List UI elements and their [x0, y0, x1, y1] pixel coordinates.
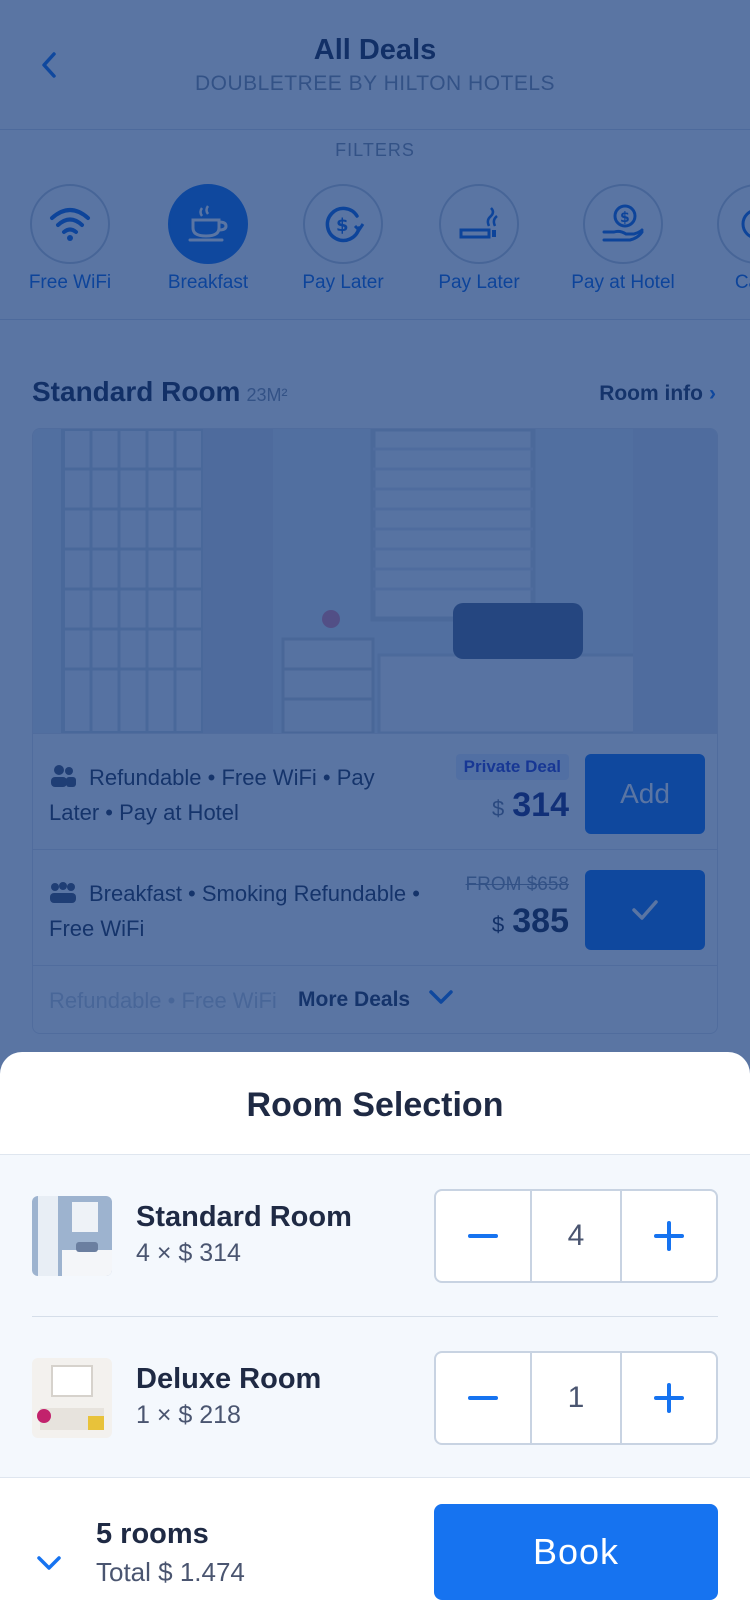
filter-label: Breakfast — [167, 272, 249, 293]
deal-features: Breakfast • Smoking Refundable • Free Wi… — [49, 881, 420, 941]
more-deals-label: More Deals — [298, 988, 411, 1011]
selected-button[interactable] — [585, 870, 705, 950]
filter-label: Pay at Hotel — [571, 272, 675, 293]
filter-label: Free WiFi — [28, 272, 112, 293]
rooms-count: 5 rooms — [96, 1518, 209, 1550]
room-thumbnail — [32, 1196, 112, 1276]
quantity-stepper: 1 — [434, 1351, 718, 1445]
filter-cancel[interactable]: Canc — [692, 184, 750, 294]
cancel-icon — [741, 210, 750, 238]
quantity-value: 4 — [530, 1191, 622, 1281]
room-info-label: Room info — [599, 382, 703, 405]
chevron-down-icon — [37, 1556, 61, 1570]
selected-rooms-list: Standard Room 4 × $ 314 4 Deluxe Room 1 … — [0, 1154, 750, 1478]
page-title: All Deals — [313, 34, 437, 66]
room-photo — [33, 429, 717, 733]
svg-text:$: $ — [620, 210, 630, 226]
hand-dollar-icon: $ — [602, 204, 644, 242]
deal-row: Refundable • Free WiFi • Pay Later • Pay… — [33, 733, 717, 849]
room-name: Deluxe Room — [136, 1363, 322, 1395]
room-size: 23M² — [246, 385, 288, 405]
filter-pay-at-hotel[interactable]: $ Pay at Hotel — [558, 184, 688, 294]
checkmark-icon — [632, 900, 658, 920]
increment-button[interactable] — [622, 1353, 716, 1443]
list-item: Deluxe Room 1 × $ 218 1 — [32, 1317, 718, 1479]
plus-icon — [654, 1221, 684, 1251]
room-price: 1 × $ 218 — [136, 1401, 241, 1429]
hotel-name: DOUBLETREE BY HILTON HOTELS — [194, 72, 556, 95]
coffee-cup-icon — [188, 205, 228, 242]
group-icon — [49, 880, 77, 913]
people-icon — [49, 764, 77, 797]
increment-button[interactable] — [622, 1191, 716, 1281]
filter-label: Canc — [734, 272, 750, 293]
sheet-title: Room Selection — [246, 1086, 504, 1124]
room-thumbnail — [32, 1358, 112, 1438]
dollar-refresh-icon: $ — [325, 206, 365, 243]
deal-row: Breakfast • Smoking Refundable • Free Wi… — [33, 849, 717, 965]
more-deals[interactable]: Refundable • Free WiFi More Deals — [33, 965, 717, 1033]
add-button[interactable]: Add — [585, 754, 705, 834]
filter-label: Pay Later — [302, 272, 384, 293]
filter-pay-later[interactable]: $ Pay Later — [278, 184, 408, 294]
filter-label: Pay Later — [438, 272, 520, 293]
chevron-right-icon: › — [709, 382, 716, 405]
quantity-value: 1 — [530, 1353, 622, 1443]
header: All Deals DOUBLETREE BY HILTON HOTELS — [0, 0, 750, 130]
collapse-summary-button[interactable] — [32, 1546, 66, 1580]
room-name: Standard Room — [32, 376, 241, 407]
book-button[interactable]: Book — [434, 1504, 718, 1600]
room-card: Refundable • Free WiFi • Pay Later • Pay… — [32, 428, 718, 1034]
filters-bar: Free WiFi Breakfast $ Pay Later Pay Late… — [0, 180, 750, 320]
room-selection-sheet: Room Selection Standard Room 4 × $ 314 4 — [0, 1052, 750, 1624]
plus-icon — [654, 1383, 684, 1413]
room-info-link[interactable]: Room info › — [599, 382, 716, 406]
list-item: Standard Room 4 × $ 314 4 — [32, 1155, 718, 1317]
room-title: Standard Room 23M² — [32, 376, 287, 408]
svg-text:$: $ — [336, 215, 349, 236]
room-price: 4 × $ 314 — [136, 1239, 241, 1267]
filter-smoking[interactable]: Pay Later — [414, 184, 544, 294]
wifi-icon — [50, 208, 90, 241]
minus-icon — [468, 1234, 498, 1238]
bedroom-illustration — [33, 429, 717, 733]
original-price: FROM $658 — [465, 874, 569, 895]
minus-icon — [468, 1396, 498, 1400]
decrement-button[interactable] — [436, 1191, 530, 1281]
decrement-button[interactable] — [436, 1353, 530, 1443]
deal-price: $385 — [492, 902, 569, 940]
quantity-stepper: 4 — [434, 1189, 718, 1283]
room-name: Standard Room — [136, 1201, 352, 1233]
private-deal-badge: Private Deal — [455, 754, 569, 780]
chevron-down-icon — [429, 990, 453, 1004]
deals-page: All Deals DOUBLETREE BY HILTON HOTELS FI… — [0, 0, 750, 1100]
total-price: Total $ 1.474 — [96, 1557, 245, 1587]
filter-breakfast[interactable]: Breakfast — [143, 184, 273, 294]
deal-features: Refundable • Free WiFi • Pay Later • Pay… — [49, 765, 375, 825]
deal-price: $314 — [492, 786, 569, 824]
filters-label: FILTERS — [335, 140, 415, 160]
smoking-icon — [459, 207, 498, 239]
filter-free-wifi[interactable]: Free WiFi — [5, 184, 135, 294]
